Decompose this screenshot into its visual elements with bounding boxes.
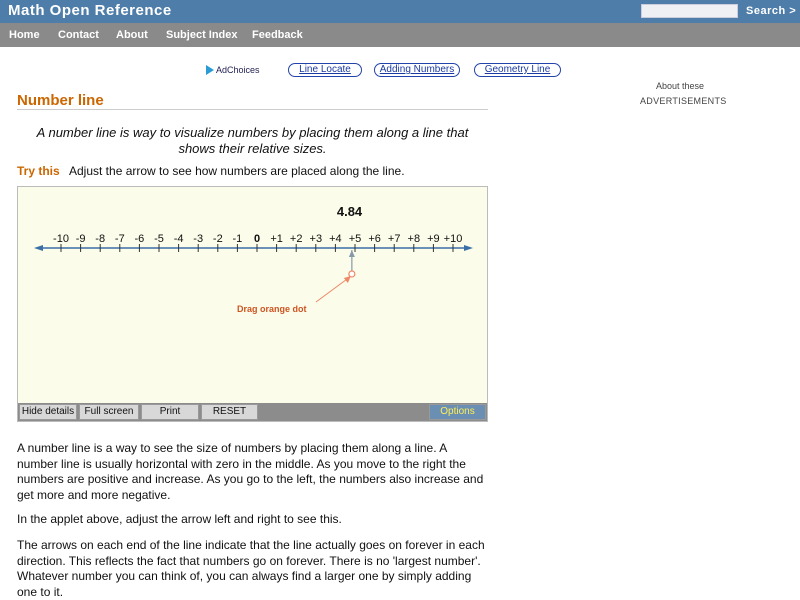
tick-label: -1 — [233, 233, 243, 245]
tick-label: -9 — [76, 233, 86, 245]
drag-hint-arrowhead-icon — [343, 276, 351, 283]
tick-label: -7 — [115, 233, 125, 245]
ad-link-geometry-line[interactable]: Geometry Line — [474, 63, 561, 77]
intro-text: A number line is way to visualize number… — [36, 125, 469, 156]
number-line-canvas: -10 -9 -8 -7 -6 -5 -4 -3 -2 -1 0 +1 +2 +3 +4 +5 +6 +7 +8 +9… — [34, 204, 473, 314]
ad-link-adding-numbers[interactable]: Adding Numbers — [374, 63, 460, 77]
ad-link-line-locate[interactable]: Line Locate — [288, 63, 362, 77]
adchoices[interactable]: AdChoices — [206, 65, 260, 75]
about-these-ads[interactable]: About these — [656, 81, 704, 91]
tick-label: +8 — [408, 233, 421, 245]
nav-bar: Home Contact About Subject Index Feedbac… — [0, 23, 800, 47]
site-title[interactable]: Math Open Reference — [8, 2, 172, 19]
value-pointer-head-icon — [348, 250, 355, 257]
try-this-text: Adjust the arrow to see how numbers are … — [69, 164, 405, 178]
try-this-label: Try this — [17, 164, 60, 178]
page-title: Number line — [17, 92, 104, 109]
applet-toolbar: Hide details Full screen Print RESET Opt… — [18, 403, 487, 421]
print-button[interactable]: Print — [141, 404, 199, 420]
advertisements-label: ADVERTISEMENTS — [640, 96, 727, 106]
tick-label: -8 — [95, 233, 105, 245]
nav-item-contact[interactable]: Contact — [58, 29, 99, 41]
adchoices-label: AdChoices — [216, 65, 260, 75]
tick-label: +5 — [349, 233, 362, 245]
full-screen-button[interactable]: Full screen — [79, 404, 139, 420]
tick-label: -6 — [135, 233, 145, 245]
right-arrow-icon — [464, 245, 473, 251]
nav-item-feedback[interactable]: Feedback — [252, 29, 303, 41]
tick-label: +9 — [427, 233, 440, 245]
tick-label: +7 — [388, 233, 401, 245]
options-button[interactable]: Options — [429, 404, 486, 420]
nav-item-about[interactable]: About — [116, 29, 148, 41]
tick-label: 0 — [254, 233, 260, 245]
tick-label: +4 — [329, 233, 342, 245]
hide-details-button[interactable]: Hide details — [19, 404, 77, 420]
tick-label: +6 — [368, 233, 381, 245]
tick-label: +1 — [270, 233, 283, 245]
tick-label: -4 — [174, 233, 184, 245]
adchoices-icon — [206, 65, 214, 75]
tick-label: +3 — [310, 233, 323, 245]
nav-item-home[interactable]: Home — [9, 29, 40, 41]
body-paragraph-1: A number line is a way to see the size o… — [17, 441, 484, 502]
reset-button[interactable]: RESET — [201, 404, 258, 420]
tick-label: -10 — [53, 233, 69, 245]
tick-label: -5 — [154, 233, 164, 245]
search-input[interactable] — [641, 4, 738, 18]
tick-label: -2 — [213, 233, 223, 245]
drag-handle-dot[interactable] — [348, 270, 356, 278]
body-paragraph-2: In the applet above, adjust the arrow le… — [17, 512, 342, 526]
current-value-label: 4.84 — [337, 204, 363, 219]
tick-label: +10 — [444, 233, 463, 245]
drag-hint-arrow — [315, 276, 351, 303]
tick-label: -3 — [193, 233, 203, 245]
tick-label: +2 — [290, 233, 303, 245]
top-header-bar: Math Open Reference Search > — [0, 0, 800, 23]
ad-row: AdChoices Line Locate Adding Numbers Geo… — [0, 63, 800, 79]
search-button[interactable]: Search > — [746, 5, 796, 17]
number-line-applet: -10 -9 -8 -7 -6 -5 -4 -3 -2 -1 0 +1 +2 +3 +4 +5 +6 +7 +8 +9… — [17, 186, 488, 422]
drag-hint-label: Drag orange dot — [237, 304, 307, 314]
left-arrow-icon — [34, 245, 43, 251]
body-paragraph-3: The arrows on each end of the line indic… — [17, 538, 485, 599]
nav-item-subject-index[interactable]: Subject Index — [166, 29, 238, 41]
title-divider — [17, 109, 488, 110]
